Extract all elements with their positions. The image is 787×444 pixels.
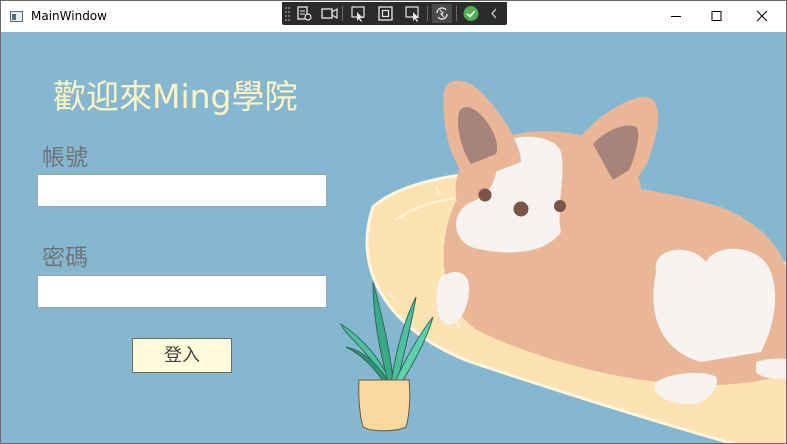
welcome-heading: 歡迎來Ming學院 (53, 77, 298, 116)
live-visual-tree-icon[interactable] (294, 4, 314, 23)
title-bar[interactable]: MainWindow (1, 1, 786, 32)
grip-icon[interactable] (284, 4, 292, 23)
plant-pot (358, 379, 411, 432)
close-icon[interactable] (739, 1, 785, 32)
layout-adorner-icon[interactable] (376, 4, 396, 23)
password-input[interactable] (37, 275, 327, 308)
main-window: MainWindow 歡迎來Ming學院 帳號 密碼 登入 (0, 0, 787, 444)
hot-reload-icon[interactable] (432, 4, 452, 23)
track-focus-icon[interactable] (403, 4, 423, 23)
window-title: MainWindow (31, 9, 107, 23)
check-icon[interactable] (461, 4, 481, 23)
account-label: 帳號 (42, 145, 88, 171)
debug-toolbar (282, 2, 507, 25)
toolbar-separator (427, 6, 428, 21)
login-button[interactable]: 登入 (132, 338, 232, 373)
collapse-chevron-icon[interactable] (487, 4, 501, 23)
password-label: 密碼 (42, 245, 88, 271)
account-input[interactable] (37, 174, 327, 207)
maximize-icon[interactable] (693, 1, 739, 32)
client-area: 歡迎來Ming學院 帳號 密碼 登入 (1, 32, 786, 443)
toolbar-separator (456, 6, 457, 21)
app-icon (10, 11, 23, 22)
toolbar-separator (342, 6, 343, 21)
select-element-icon[interactable] (348, 4, 368, 23)
video-icon[interactable] (319, 4, 339, 23)
